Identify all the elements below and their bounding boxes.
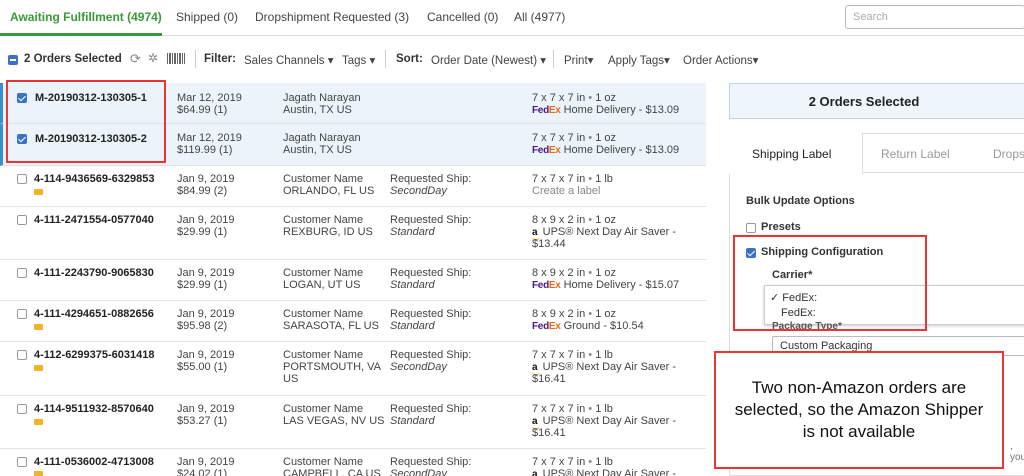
tab-return-label[interactable]: Return Label xyxy=(881,147,950,161)
customer-location: REXBURG, ID US xyxy=(283,226,373,238)
row-checkbox[interactable] xyxy=(17,268,27,278)
fedex-logo-icon: FedEx xyxy=(532,105,561,116)
presets-checkbox[interactable] xyxy=(746,223,756,233)
tab-dropshipment-requested[interactable]: Dropshipment Requested (3) xyxy=(255,10,409,24)
truncated-text: , you xyxy=(1010,441,1024,463)
amazon-tag-icon xyxy=(34,419,43,425)
tab-shipped[interactable]: Shipped (0) xyxy=(176,10,238,24)
toolbar-divider xyxy=(553,50,554,68)
requested-ship-value: Standard xyxy=(390,320,435,332)
select-all-checkbox[interactable] xyxy=(8,55,18,65)
tab-cancelled[interactable]: Cancelled (0) xyxy=(427,10,498,24)
shipping-service[interactable]: a UPS® Next Day Air Saver - xyxy=(532,468,676,476)
amazon-tag-icon xyxy=(34,324,43,330)
row-checkbox[interactable] xyxy=(17,174,27,184)
requested-ship-value: Standard xyxy=(390,415,435,427)
order-number[interactable]: 4-111-4294651-0882656 xyxy=(34,308,154,320)
settings-icon[interactable]: ✲ xyxy=(148,51,158,65)
sales-channels-dropdown[interactable]: Sales Channels ▾ xyxy=(244,53,334,67)
tab-shipping-label[interactable]: Shipping Label xyxy=(752,147,831,161)
shipping-service[interactable]: FedEx Home Delivery - $13.09 xyxy=(532,104,679,117)
order-number[interactable]: 4-111-0536002-4713008 xyxy=(34,456,154,468)
row-checkbox[interactable] xyxy=(17,350,27,360)
sort-label: Sort: xyxy=(396,53,423,65)
customer-location: CAMPBELL, CA US xyxy=(283,468,381,476)
active-tab-indicator xyxy=(0,33,162,36)
presets-label: Presets xyxy=(761,221,801,233)
annotation-callout: Two non-Amazon orders are selected, so t… xyxy=(714,351,1004,469)
fedex-logo-icon: FedEx xyxy=(532,321,561,332)
order-price: $29.99 (1) xyxy=(177,226,228,238)
order-number[interactable]: 4-114-9436569-6329853 xyxy=(34,173,155,185)
row-checkbox[interactable] xyxy=(17,215,27,225)
row-checkbox[interactable] xyxy=(17,404,27,414)
order-price: $119.99 (1) xyxy=(177,144,233,156)
requested-ship-value: Standard xyxy=(390,279,435,291)
create-label-link[interactable]: Create a label xyxy=(532,185,601,198)
table-row[interactable]: 4-111-2243790-9065830 Jan 9, 2019 $29.99… xyxy=(0,260,706,301)
order-number[interactable]: 4-111-2243790-9065830 xyxy=(34,267,154,279)
table-row[interactable]: 4-112-6299375-6031418 Jan 9, 2019 $55.00… xyxy=(0,342,706,396)
amazon-tag-icon xyxy=(34,365,43,371)
highlight-box-selected-orders xyxy=(6,80,166,163)
order-price: $29.99 (1) xyxy=(177,279,228,291)
tab-awaiting-fulfillment[interactable]: Awaiting Fulfillment (4974) xyxy=(10,10,162,24)
tags-dropdown[interactable]: Tags ▾ xyxy=(342,53,375,67)
table-row[interactable]: 4-111-2471554-0577040 Jan 9, 2019 $29.99… xyxy=(0,207,706,260)
fedex-logo-icon: FedEx xyxy=(532,145,561,156)
customer-location: ORLANDO, FL US xyxy=(283,185,375,197)
requested-ship-value: Standard xyxy=(390,226,435,238)
customer-location: SARASOTA, FL US xyxy=(283,320,379,332)
search-input[interactable] xyxy=(845,5,1024,29)
toolbar-divider xyxy=(195,50,196,68)
sort-dropdown[interactable]: Order Date (Newest) ▾ xyxy=(431,53,546,67)
shipping-service[interactable]: FedEx Ground - $10.54 xyxy=(532,320,644,333)
shipping-price: $13.44 xyxy=(532,238,566,250)
barcode-icon[interactable] xyxy=(167,53,185,64)
amazon-logo-icon: a xyxy=(532,468,538,476)
fedex-logo-icon: FedEx xyxy=(532,280,561,291)
order-price: $55.00 (1) xyxy=(177,361,228,373)
requested-ship-value: SecondDay xyxy=(390,361,447,373)
table-row[interactable]: 4-111-4294651-0882656 Jan 9, 2019 $95.98… xyxy=(0,301,706,342)
order-price: $24.02 (1) xyxy=(177,468,228,476)
requested-ship-value: SecondDay xyxy=(390,468,447,476)
bulk-update-heading: Bulk Update Options xyxy=(746,195,855,207)
customer-location: Austin, TX US xyxy=(283,144,352,156)
order-number[interactable]: 4-112-6299375-6031418 xyxy=(34,349,155,361)
apply-tags-dropdown[interactable]: Apply Tags▾ xyxy=(608,53,670,67)
row-checkbox[interactable] xyxy=(17,457,27,467)
requested-ship-value: SecondDay xyxy=(390,185,447,197)
amazon-tag-icon xyxy=(34,189,43,195)
order-price: $64.99 (1) xyxy=(177,104,228,116)
table-row[interactable]: 4-114-9436569-6329853 Jan 9, 2019 $84.99… xyxy=(0,166,706,207)
order-actions-dropdown[interactable]: Order Actions▾ xyxy=(683,53,758,67)
table-row[interactable]: 4-114-9511932-8570640 Jan 9, 2019 $53.27… xyxy=(0,396,706,449)
toolbar-divider xyxy=(385,50,386,68)
tab-all[interactable]: All (4977) xyxy=(514,10,565,24)
selected-count: 2 Orders Selected xyxy=(24,53,122,65)
print-dropdown[interactable]: Print▾ xyxy=(564,53,593,67)
row-checkbox[interactable] xyxy=(17,309,27,319)
shipping-price: $16.41 xyxy=(532,427,566,439)
order-price: $95.98 (2) xyxy=(177,320,228,332)
order-price: $84.99 (2) xyxy=(177,185,228,197)
customer-location: Austin, TX US xyxy=(283,104,352,116)
table-row[interactable]: 4-111-0536002-4713008 Jan 9, 2019 $24.02… xyxy=(0,449,706,476)
refresh-icon[interactable]: ⟳ xyxy=(130,51,141,67)
order-number[interactable]: 4-111-2471554-0577040 xyxy=(34,214,154,226)
customer-location: LAS VEGAS, NV US xyxy=(283,415,385,427)
filter-label: Filter: xyxy=(204,53,236,65)
order-number[interactable]: 4-114-9511932-8570640 xyxy=(34,403,154,415)
customer-location-country: US xyxy=(283,373,299,385)
customer-location: LOGAN, UT US xyxy=(283,279,361,291)
shipping-price: $16.41 xyxy=(532,373,566,385)
tab-dropship[interactable]: Drops xyxy=(993,147,1024,161)
shipping-service[interactable]: FedEx Home Delivery - $13.09 xyxy=(532,144,679,157)
order-price: $53.27 (1) xyxy=(177,415,228,427)
selected-orders-header: 2 Orders Selected xyxy=(729,83,1024,119)
amazon-tag-icon xyxy=(34,471,43,476)
shipping-service[interactable]: FedEx Home Delivery - $15.07 xyxy=(532,279,679,292)
highlight-box-shipping-config xyxy=(733,235,927,331)
